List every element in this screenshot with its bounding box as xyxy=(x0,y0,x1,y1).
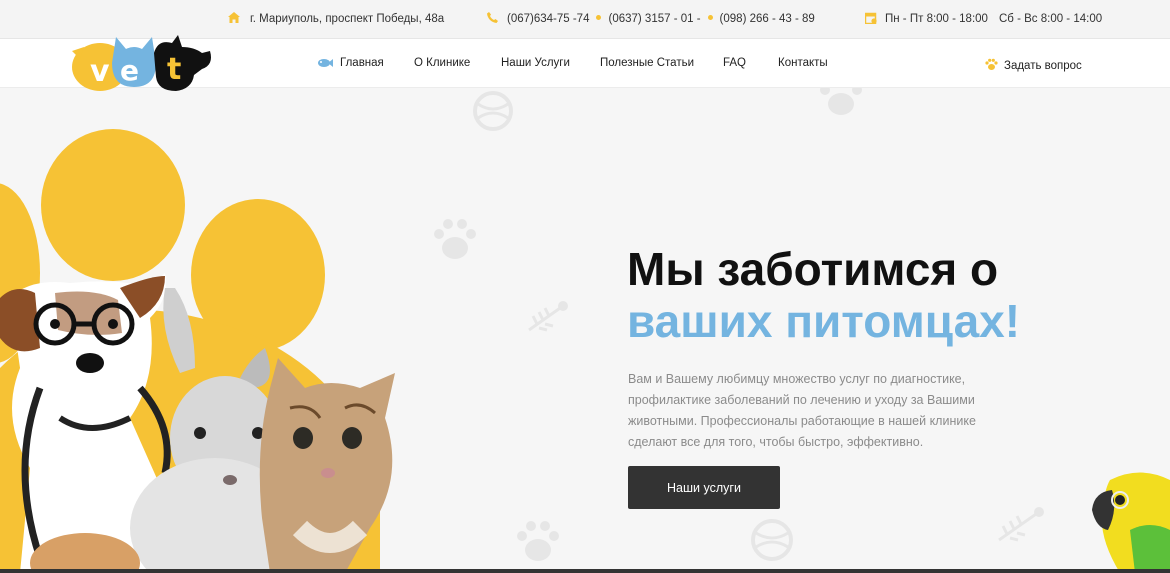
ask-question-link[interactable]: Задать вопрос xyxy=(985,56,1082,72)
paw-icon xyxy=(985,58,998,70)
phone-icon xyxy=(487,12,498,23)
nav-home[interactable]: Главная xyxy=(340,57,384,69)
phone-3[interactable]: (098) 266 - 43 - 89 xyxy=(720,13,815,25)
phone-2[interactable]: (0637) 3157 - 01 - xyxy=(608,13,700,25)
separator-dot xyxy=(596,15,602,21)
nav-faq[interactable]: FAQ xyxy=(723,57,746,69)
hero-description: Вам и Вашему любимцу множество услуг по … xyxy=(628,372,976,449)
yarn-ball-decoration-icon xyxy=(751,519,793,561)
logo-letter-e: e xyxy=(120,54,139,87)
hours-weekdays: Пн - Пт 8:00 - 18:00 xyxy=(885,13,988,25)
calendar-icon xyxy=(865,12,877,24)
paw-decoration-icon xyxy=(517,521,559,561)
fish-bone-decoration-icon xyxy=(998,507,1044,542)
hero-title-line1: Мы заботимся о xyxy=(627,243,999,295)
nav-services[interactable]: Наши Услуги xyxy=(501,57,570,69)
paw-decoration-icon xyxy=(820,88,862,115)
paw-decoration-icon xyxy=(434,219,476,259)
main-navbar: v e t Главная О Клинике Наши Услуги Поле… xyxy=(0,35,1170,91)
nav-contacts[interactable]: Контакты xyxy=(778,57,828,69)
pets-illustration xyxy=(0,129,395,573)
nav-about[interactable]: О Клинике xyxy=(414,57,470,69)
paw-toe-1 xyxy=(41,129,185,281)
logo-letter-v: v xyxy=(90,54,110,89)
home-icon xyxy=(228,12,240,23)
parrot-illustration xyxy=(1092,472,1170,573)
hours-weekend: Сб - Вс 8:00 - 14:00 xyxy=(999,13,1103,25)
logo-letter-t: t xyxy=(167,52,181,87)
our-services-button[interactable]: Наши услуги xyxy=(628,466,780,509)
address-text: г. Мариуполь, проспект Победы, 48а xyxy=(250,13,445,25)
hero-title: Мы заботимся о ваших питомцах! xyxy=(627,243,1020,347)
bottom-divider xyxy=(0,569,1170,573)
ask-question-label: Задать вопрос xyxy=(1004,60,1082,72)
phones-group: (067)634-75 -74 (0637) 3157 - 01 - (098) 2… xyxy=(507,13,815,25)
fish-bone-decoration-icon xyxy=(528,301,568,332)
yarn-ball-decoration-icon xyxy=(473,91,513,131)
hero-section: Мы заботимся о ваших питомцах! Вам и Ваш… xyxy=(0,88,1170,573)
fish-icon xyxy=(318,59,333,67)
nav-articles[interactable]: Полезные Статьи xyxy=(600,57,694,69)
hero-title-line2: ваших питомцах! xyxy=(627,295,1021,347)
separator-dot xyxy=(707,15,713,21)
phone-1[interactable]: (067)634-75 -74 xyxy=(507,13,589,25)
